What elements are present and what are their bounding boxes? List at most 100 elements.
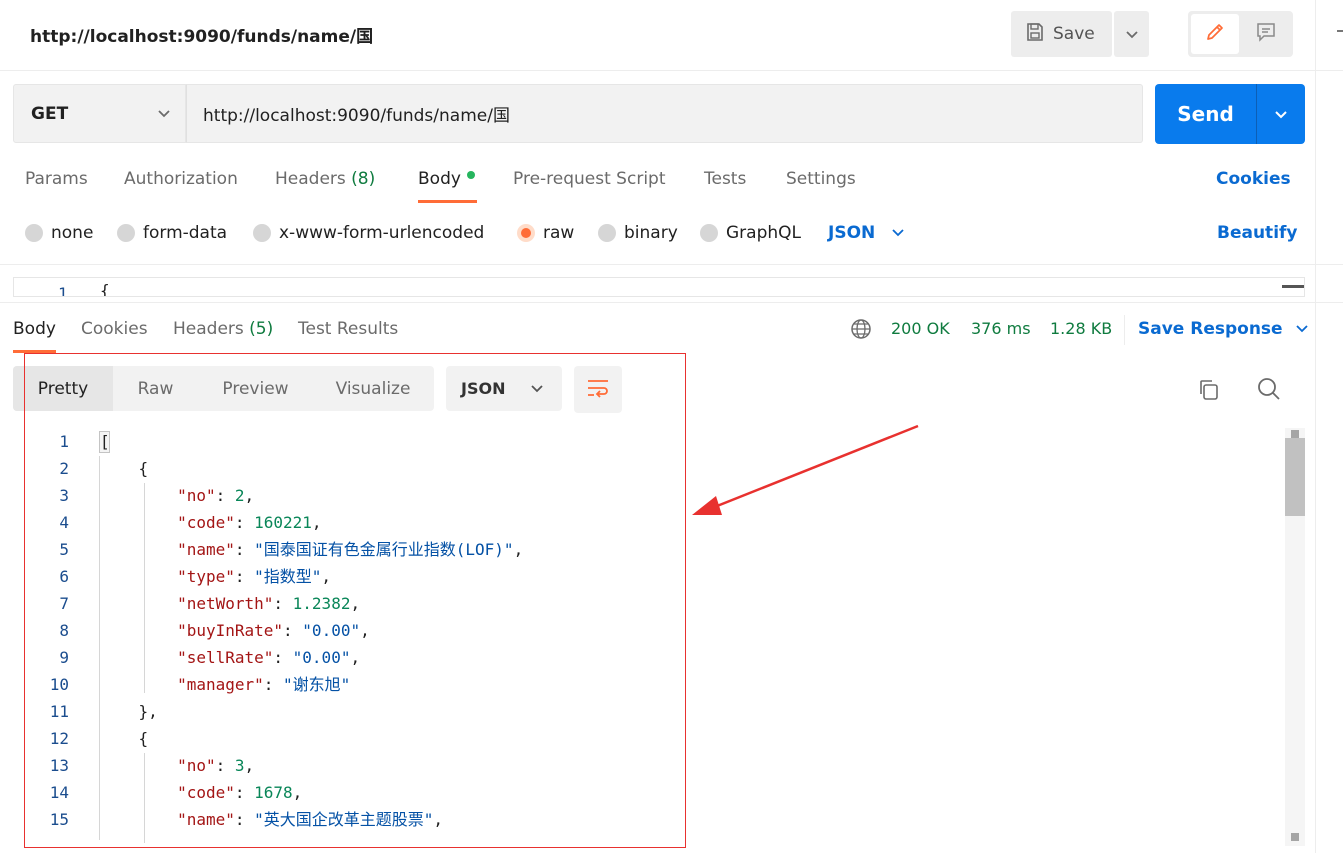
radio-label: binary — [624, 223, 678, 243]
radio-label: GraphQL — [726, 223, 801, 243]
scroll-down-arrow[interactable] — [1291, 833, 1299, 841]
line-number: 13 — [49, 756, 69, 775]
chevron-down-icon — [1274, 105, 1288, 124]
raw-format-select[interactable]: JSON — [828, 223, 905, 243]
editor-resize-handle[interactable] — [1282, 285, 1304, 288]
line-number: 10 — [49, 675, 69, 694]
json-value: "0.00" — [292, 648, 351, 667]
code-line: 3 "no": 2, — [25, 482, 1285, 509]
json-comma: , — [513, 540, 524, 559]
save-response-label: Save Response — [1138, 319, 1283, 339]
body-type-urlencoded[interactable]: x-www-form-urlencoded — [253, 223, 484, 243]
json-comma: , — [292, 783, 303, 802]
tab-body[interactable]: Body — [418, 169, 475, 189]
radio-indicator — [598, 224, 616, 242]
code-text: "name": "英大国企改革主题股票", — [100, 806, 443, 833]
chevron-down-icon — [530, 379, 544, 398]
scroll-thumb[interactable] — [1285, 438, 1305, 516]
scroll-up-arrow[interactable] — [1291, 430, 1299, 438]
beautify-link[interactable]: Beautify — [1217, 223, 1298, 243]
wrap-lines-button[interactable] — [574, 366, 622, 413]
json-comma: , — [360, 621, 370, 640]
comment-icon — [1255, 21, 1277, 47]
json-key: "name" — [177, 810, 235, 829]
view-visualize[interactable]: Visualize — [313, 366, 433, 411]
json-key: "code" — [177, 513, 235, 532]
response-tab-headers[interactable]: Headers (5) — [173, 319, 273, 339]
tab-tests[interactable]: Tests — [704, 169, 746, 189]
url-input[interactable]: http://localhost:9090/funds/name/国 — [186, 84, 1143, 143]
divider — [1124, 315, 1125, 345]
response-time[interactable]: 376 ms — [971, 319, 1031, 338]
line-number: 12 — [49, 729, 69, 748]
response-scrollbar[interactable] — [1285, 428, 1305, 846]
request-body-editor[interactable]: 1 { — [13, 277, 1305, 297]
edit-mode-button[interactable] — [1191, 14, 1239, 54]
send-button-group: Send — [1155, 84, 1305, 144]
request-title[interactable]: http://localhost:9090/funds/name/国 — [30, 22, 373, 47]
divider — [0, 302, 1343, 303]
json-key: "buyInRate" — [177, 621, 284, 640]
line-number: 4 — [59, 513, 69, 532]
view-preview[interactable]: Preview — [198, 366, 313, 411]
search-icon[interactable] — [1256, 376, 1282, 406]
body-type-raw[interactable]: raw — [517, 223, 574, 243]
json-colon: : — [263, 675, 284, 694]
json-key: "no" — [177, 756, 216, 775]
method-select[interactable]: GET — [13, 84, 186, 143]
chevron-down-icon — [1125, 25, 1139, 44]
response-tab-body[interactable]: Body — [13, 319, 56, 339]
line-number: 3 — [59, 486, 69, 505]
tab-settings[interactable]: Settings — [786, 169, 856, 189]
cookies-link[interactable]: Cookies — [1216, 169, 1291, 189]
code-text: "buyInRate": "0.00", — [100, 617, 370, 644]
radio-label: x-www-form-urlencoded — [279, 223, 485, 243]
pencil-icon — [1204, 21, 1226, 47]
json-colon: : — [273, 648, 293, 667]
line-number: 9 — [59, 648, 69, 667]
json-value: 3 — [234, 756, 245, 775]
json-value: 2 — [234, 486, 245, 505]
json-value: "指数型" — [254, 567, 322, 586]
code-line: 11 }, — [25, 698, 1285, 725]
json-value: "国泰国证有色金属行业指数(LOF)" — [254, 540, 514, 559]
status-code[interactable]: 200 OK — [891, 319, 950, 338]
save-dropdown-button[interactable] — [1114, 11, 1149, 57]
json-key: "name" — [177, 540, 235, 559]
globe-icon[interactable] — [850, 318, 872, 344]
response-tab-test-results[interactable]: Test Results — [298, 319, 398, 339]
code-text: "netWorth": 1.2382, — [100, 590, 360, 617]
json-colon: : — [234, 810, 255, 829]
response-format-select[interactable]: JSON — [446, 366, 562, 411]
save-button[interactable]: Save — [1011, 11, 1112, 57]
view-pretty[interactable]: Pretty — [13, 366, 113, 411]
send-dropdown-button[interactable] — [1257, 84, 1305, 144]
panel-edge-handle[interactable] — [1337, 30, 1343, 32]
json-value: 160221 — [254, 513, 312, 532]
tab-authorization[interactable]: Authorization — [124, 169, 238, 189]
body-type-form-data[interactable]: form-data — [117, 223, 227, 243]
json-key: "type" — [177, 567, 235, 586]
tab-pre-request-script[interactable]: Pre-request Script — [513, 169, 666, 189]
code-text: { — [100, 729, 149, 748]
save-response-button[interactable]: Save Response — [1138, 319, 1309, 339]
tab-headers[interactable]: Headers (8) — [275, 169, 375, 189]
json-colon: : — [234, 513, 255, 532]
view-raw[interactable]: Raw — [113, 366, 198, 411]
body-type-none[interactable]: none — [25, 223, 93, 243]
tab-params[interactable]: Params — [25, 169, 88, 189]
copy-icon[interactable] — [1196, 377, 1222, 407]
response-body-viewer[interactable]: 1[2 {3 "no": 2, 4 "code": 160221, 5 "name"… — [25, 428, 1285, 846]
send-button[interactable]: Send — [1155, 84, 1256, 144]
line-number: 15 — [49, 810, 69, 829]
comment-mode-button[interactable] — [1242, 14, 1290, 54]
response-tab-cookies[interactable]: Cookies — [81, 319, 148, 339]
body-type-graphql[interactable]: GraphQL — [700, 223, 801, 243]
body-type-binary[interactable]: binary — [598, 223, 678, 243]
response-size[interactable]: 1.28 KB — [1050, 319, 1112, 338]
tab-active-indicator — [418, 200, 477, 203]
